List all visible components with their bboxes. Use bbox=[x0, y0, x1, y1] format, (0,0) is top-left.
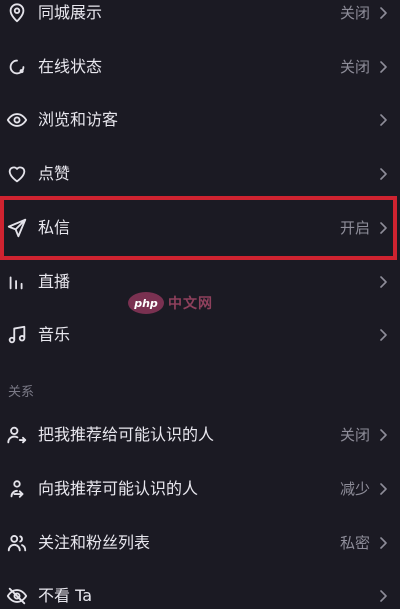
eye-icon bbox=[6, 109, 28, 131]
setting-row-messages[interactable]: 私信 开启 bbox=[0, 201, 400, 255]
chevron-right-icon bbox=[378, 536, 388, 550]
setting-row-follow-list[interactable]: 关注和粉丝列表 私密 bbox=[0, 516, 400, 570]
setting-value: 关闭 bbox=[339, 58, 370, 76]
setting-value: 私密 bbox=[339, 534, 370, 552]
paper-plane-icon bbox=[6, 217, 28, 239]
setting-label: 直播 bbox=[38, 272, 71, 291]
setting-row-recommend-to-me[interactable]: 向我推荐可能认识的人 减少 bbox=[0, 462, 400, 516]
online-status-icon bbox=[6, 56, 28, 78]
chevron-right-icon bbox=[378, 328, 388, 342]
setting-label: 点赞 bbox=[38, 164, 71, 183]
setting-row-browse-visitors[interactable]: 浏览和访客 bbox=[0, 93, 400, 147]
setting-value: 关闭 bbox=[339, 4, 370, 22]
setting-row-likes[interactable]: 点赞 bbox=[0, 147, 400, 201]
setting-label: 浏览和访客 bbox=[38, 110, 119, 129]
chevron-right-icon bbox=[378, 167, 388, 181]
setting-label: 不看 Ta bbox=[38, 586, 93, 605]
setting-value: 开启 bbox=[339, 219, 370, 237]
chevron-right-icon bbox=[378, 60, 388, 74]
chevron-right-icon bbox=[378, 482, 388, 496]
setting-label: 向我推荐可能认识的人 bbox=[38, 479, 199, 498]
users-icon bbox=[6, 532, 28, 554]
user-share-icon bbox=[6, 424, 28, 446]
setting-label: 私信 bbox=[38, 218, 71, 237]
watermark-text: 中文网 bbox=[168, 296, 213, 312]
watermark-badge: php bbox=[128, 292, 164, 314]
setting-row-city-display[interactable]: 同城展示 关闭 bbox=[0, 0, 400, 40]
heart-icon bbox=[6, 163, 28, 185]
chevron-right-icon bbox=[378, 589, 388, 603]
chevron-right-icon bbox=[378, 113, 388, 127]
setting-label: 关注和粉丝列表 bbox=[38, 533, 151, 552]
user-link-icon bbox=[6, 478, 28, 500]
section-title-relations: 关系 bbox=[8, 385, 35, 400]
setting-row-recommend-me[interactable]: 把我推荐给可能认识的人 关闭 bbox=[0, 408, 400, 462]
location-pin-icon bbox=[6, 2, 28, 24]
eye-off-icon bbox=[6, 585, 28, 607]
setting-label: 同城展示 bbox=[38, 3, 103, 22]
setting-row-hide-ta[interactable]: 不看 Ta bbox=[0, 569, 400, 609]
setting-row-music[interactable]: 音乐 bbox=[0, 308, 400, 362]
setting-row-online-status[interactable]: 在线状态 关闭 bbox=[0, 40, 400, 94]
chevron-right-icon bbox=[378, 275, 388, 289]
live-bars-icon bbox=[6, 271, 28, 293]
setting-label: 在线状态 bbox=[38, 57, 103, 76]
setting-value: 关闭 bbox=[339, 426, 370, 444]
music-note-icon bbox=[6, 324, 28, 346]
setting-label: 音乐 bbox=[38, 325, 71, 344]
setting-label: 把我推荐给可能认识的人 bbox=[38, 425, 215, 444]
chevron-right-icon bbox=[378, 428, 388, 442]
chevron-right-icon bbox=[378, 6, 388, 20]
watermark: php 中文网 bbox=[128, 290, 213, 316]
setting-value: 减少 bbox=[339, 480, 370, 498]
chevron-right-icon bbox=[378, 221, 388, 235]
